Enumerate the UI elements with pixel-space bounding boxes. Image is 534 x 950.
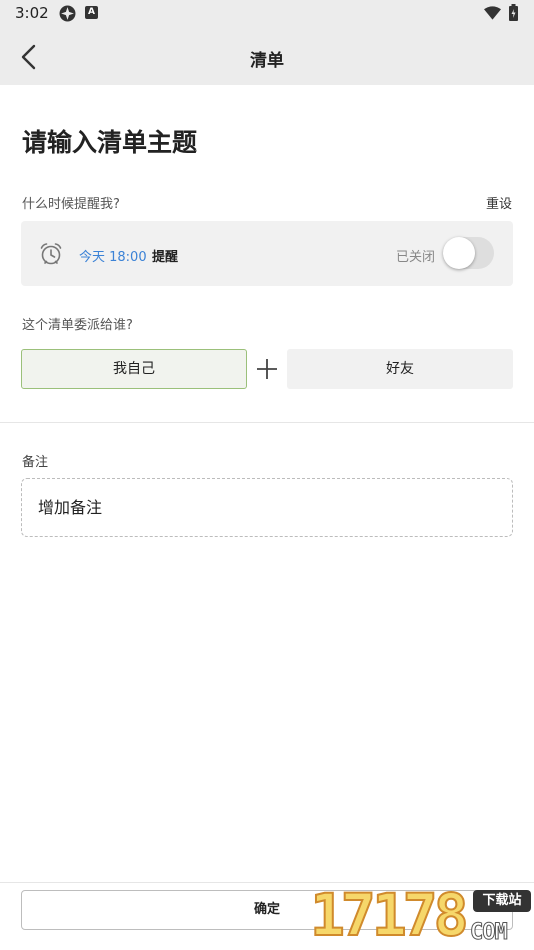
reminder-toggle[interactable] — [443, 237, 494, 269]
reminder-label: 提醒 — [152, 250, 179, 265]
plus-icon[interactable] — [256, 358, 278, 380]
note-input[interactable]: 增加备注 — [21, 478, 513, 537]
reminder-status: 已关闭 — [396, 250, 436, 265]
status-bar: 3:02 A — [0, 0, 534, 28]
assign-self-button[interactable]: 我自己 — [21, 349, 247, 389]
keyboard-notification-icon: A — [85, 6, 98, 19]
watermark-domain: COM — [470, 920, 509, 946]
reminder-time[interactable]: 今天 18:00 — [79, 246, 147, 265]
topic-input[interactable]: 请输入清单主题 — [22, 123, 197, 159]
reset-button[interactable]: 重设 — [486, 193, 512, 212]
app-notification-icon — [59, 5, 76, 22]
note-label: 备注 — [22, 455, 49, 470]
battery-icon — [509, 4, 518, 21]
page-title: 清单 — [250, 51, 284, 71]
wifi-icon — [484, 6, 501, 20]
watermark-badge: 下载站 — [473, 890, 531, 912]
toggle-knob — [443, 237, 475, 269]
alarm-clock-icon — [40, 243, 62, 265]
watermark-digits: 17178 — [309, 881, 470, 949]
reminder-row[interactable]: 今天 18:00 提醒 已关闭 — [21, 221, 513, 286]
watermark-logo: 17178 下载站 COM — [309, 880, 534, 950]
app-bar: 清单 — [0, 28, 534, 85]
assign-question: 这个清单委派给谁? — [22, 318, 133, 333]
assign-friend-button[interactable]: 好友 — [287, 349, 513, 389]
reminder-question: 什么时候提醒我? — [22, 197, 120, 212]
section-divider — [0, 422, 534, 423]
status-time: 3:02 — [15, 4, 49, 22]
